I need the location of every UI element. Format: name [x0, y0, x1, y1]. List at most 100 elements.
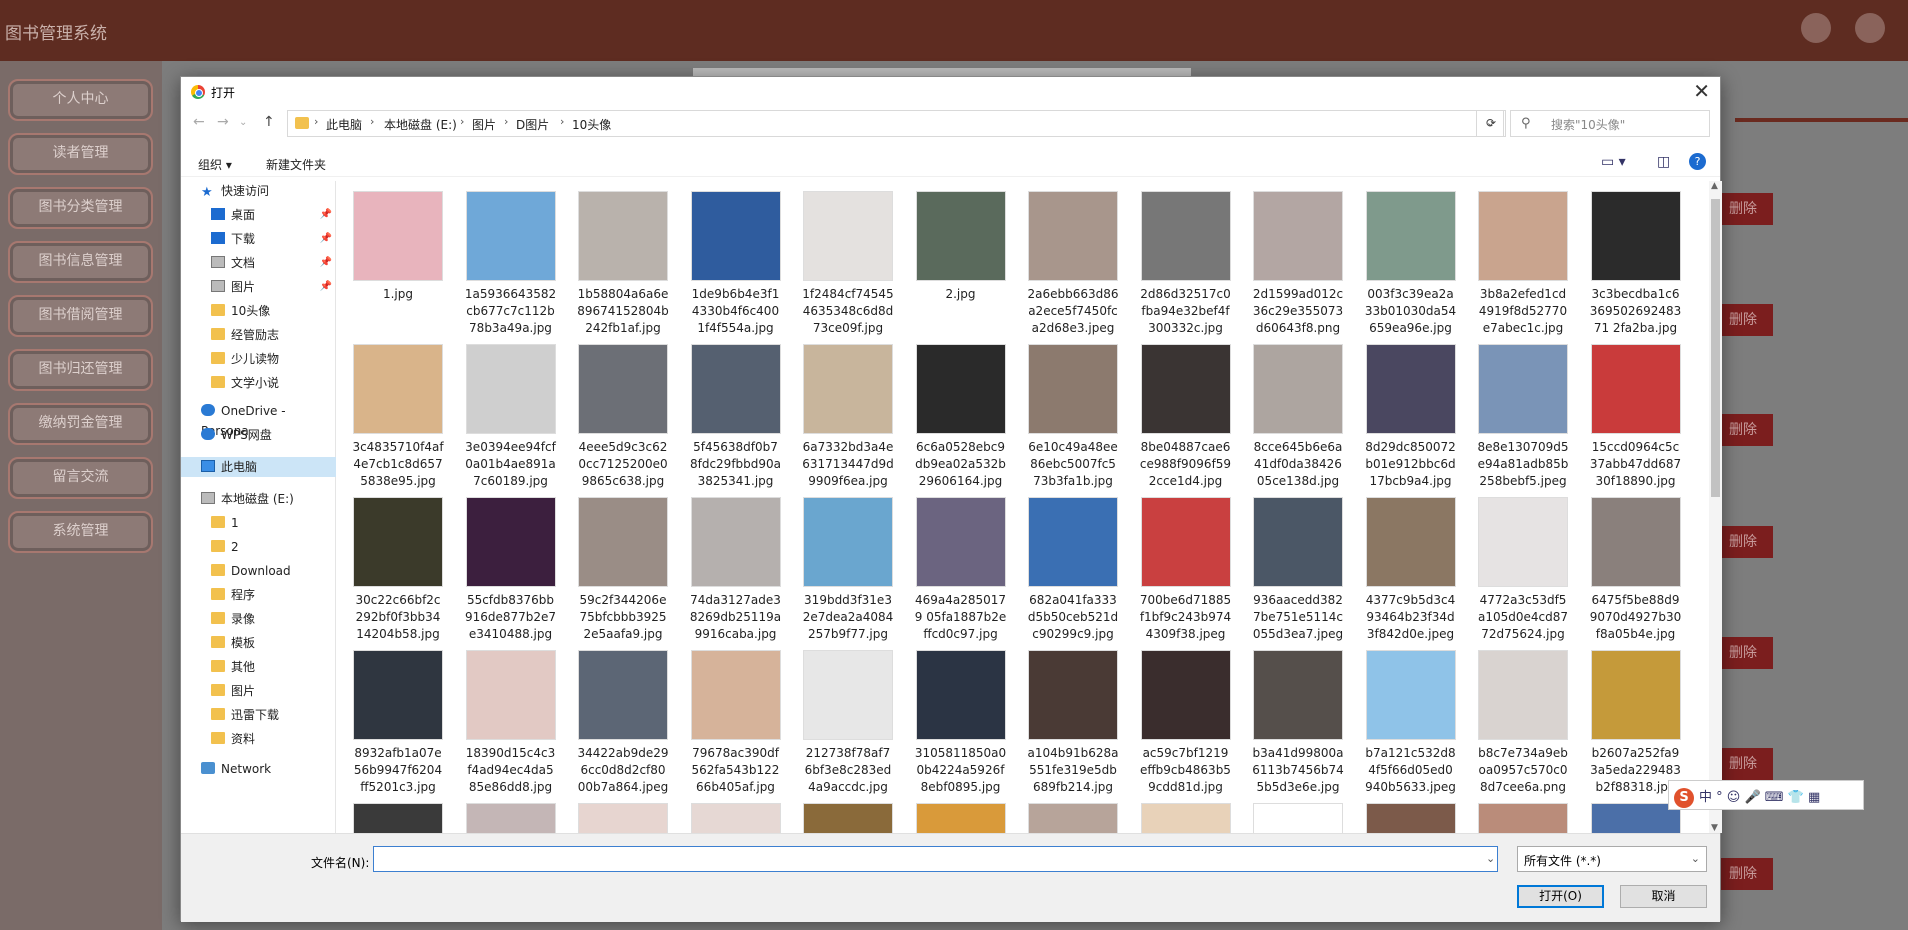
sidebar-item[interactable]: 留言交流: [8, 457, 153, 499]
nav-item[interactable]: Download: [181, 561, 336, 581]
sidebar-item[interactable]: 图书信息管理: [8, 241, 153, 283]
back-icon[interactable]: ←: [193, 114, 205, 130]
nav-item[interactable]: 图片 📌: [181, 277, 336, 297]
file-item[interactable]: 700be6d71885f1bf9c243b9744309f38.jpeg: [1140, 497, 1232, 643]
view-options-icon[interactable]: ▭ ▾: [1601, 154, 1626, 170]
nav-item[interactable]: 本地磁盘 (E:): [181, 489, 336, 509]
file-item[interactable]: 74da3127ade38269db25119a9916caba.jpg: [690, 497, 782, 643]
nav-item[interactable]: ★ 快速访问: [181, 181, 336, 201]
scroll-down-icon[interactable]: ▼: [1711, 823, 1718, 833]
help-icon[interactable]: ?: [1689, 153, 1706, 170]
nav-item[interactable]: 少儿读物: [181, 349, 336, 369]
nav-item[interactable]: 此电脑: [181, 457, 336, 477]
file-item[interactable]: 319bdd3f31e32e7dea2a4084257b9f77.jpg: [802, 497, 894, 643]
file-item[interactable]: 1a5936643582cb677c7c112b78b3a49a.jpg: [465, 191, 557, 337]
forward-icon[interactable]: →: [217, 114, 229, 130]
file-item[interactable]: 6a7332bd3a4e631713447d9d9909f6ea.jpg: [802, 344, 894, 490]
sidebar-item[interactable]: 系统管理: [8, 511, 153, 553]
file-item[interactable]: [1140, 803, 1232, 833]
nav-item[interactable]: 2: [181, 537, 336, 557]
file-item[interactable]: 1f2484cf745454635348c6d8d73ce09f.jpg: [802, 191, 894, 337]
delete-button[interactable]: 删除: [1713, 304, 1773, 336]
file-item[interactable]: 4eee5d9c3c620cc7125200e09865c638.jpg: [577, 344, 669, 490]
file-item[interactable]: 59c2f344206e75bfcbbb39252e5aafa9.jpg: [577, 497, 669, 643]
file-item[interactable]: 34422ab9de296cc0d8d2cf8000b7a864.jpeg: [577, 650, 669, 796]
nav-item[interactable]: 迅雷下载: [181, 705, 336, 725]
new-folder-button[interactable]: 新建文件夹: [266, 156, 326, 173]
sogou-icon[interactable]: S: [1674, 788, 1694, 808]
chevron-down-icon[interactable]: ⌄: [1486, 852, 1495, 865]
nav-item[interactable]: 文学小说: [181, 373, 336, 393]
nav-item[interactable]: WPS网盘: [181, 425, 336, 445]
nav-item[interactable]: 文档 📌: [181, 253, 336, 273]
breadcrumb-item[interactable]: 此电脑: [326, 116, 362, 133]
file-item[interactable]: 15ccd0964c5c37abb47dd68730f18890.jpg: [1590, 344, 1682, 490]
file-item[interactable]: b8c7e734a9eboa0957c570c08d7cee6a.png: [1477, 650, 1569, 796]
file-item[interactable]: [1027, 803, 1119, 833]
file-item[interactable]: 30c22c66bf2c292bf0f3bb3414204b58.jpg: [352, 497, 444, 643]
file-item[interactable]: 1de9b6b4e3f14330b4f6c4001f4f554a.jpg: [690, 191, 782, 337]
nav-item[interactable]: 录像: [181, 609, 336, 629]
sidebar-item[interactable]: 图书归还管理: [8, 349, 153, 391]
fullscreen-icon[interactable]: [1801, 13, 1831, 43]
file-item[interactable]: 682a041fa333d5b50ceb521dc90299c9.jpg: [1027, 497, 1119, 643]
file-item[interactable]: [690, 803, 782, 833]
filetype-select[interactable]: 所有文件 (*.*) ⌄: [1517, 846, 1707, 872]
file-item[interactable]: a104b91b628a551fe319e5db689fb214.jpg: [1027, 650, 1119, 796]
delete-button[interactable]: 删除: [1713, 858, 1773, 890]
file-item[interactable]: 2a6ebb663d86a2ece5f7450fca2d68e3.jpeg: [1027, 191, 1119, 337]
close-button[interactable]: ✕: [1693, 79, 1710, 103]
sidebar-item[interactable]: 图书分类管理: [8, 187, 153, 229]
up-icon[interactable]: ↑: [263, 114, 275, 130]
nav-item[interactable]: OneDrive - Persona: [181, 401, 336, 438]
delete-button[interactable]: 删除: [1713, 748, 1773, 780]
breadcrumb-item[interactable]: 图片: [472, 116, 496, 133]
nav-item[interactable]: 桌面 📌: [181, 205, 336, 225]
file-item[interactable]: [802, 803, 894, 833]
file-item[interactable]: [465, 803, 557, 833]
file-item[interactable]: 2d86d32517c0fba94e32bef4f300332c.jpg: [1140, 191, 1232, 337]
file-item[interactable]: 469a4a2850179 05fa1887b2effcd0c97.jpg: [915, 497, 1007, 643]
file-item[interactable]: 1.jpg: [352, 191, 444, 303]
filename-input[interactable]: [373, 846, 1498, 872]
search-input[interactable]: ⚲ 搜索"10头像": [1510, 110, 1710, 137]
open-button[interactable]: 打开(O): [1517, 885, 1604, 908]
file-item[interactable]: b7a121c532d84f5f66d05ed0940b5633.jpeg: [1365, 650, 1457, 796]
nav-item[interactable]: 10头像: [181, 301, 336, 321]
nav-item[interactable]: Network: [181, 759, 336, 779]
file-item[interactable]: b3a41d99800a6113b7456b745b5d3e6e.jpg: [1252, 650, 1344, 796]
delete-button[interactable]: 删除: [1713, 193, 1773, 225]
file-item[interactable]: 8be04887cae6ce988f9096f592cce1d4.jpg: [1140, 344, 1232, 490]
nav-item[interactable]: 其他: [181, 657, 336, 677]
file-item[interactable]: b2607a252fa93a5eda229483b2f88318.jpg: [1590, 650, 1682, 796]
file-item[interactable]: 6c6a0528ebc9db9ea02a532b29606164.jpg: [915, 344, 1007, 490]
file-item[interactable]: 212738f78af76bf3e8c283ed4a9accdc.jpg: [802, 650, 894, 796]
file-item[interactable]: 3c4835710f4af4e7cb1c8d6575838e95.jpg: [352, 344, 444, 490]
file-item[interactable]: 8e8e130709d5e94a81adb85b258bebf5.jpeg: [1477, 344, 1569, 490]
refresh-icon[interactable]: ⟳: [1476, 110, 1506, 137]
nav-item[interactable]: 下载 📌: [181, 229, 336, 249]
file-item[interactable]: 5f45638df0b78fdc29fbbd90a3825341.jpg: [690, 344, 782, 490]
file-item[interactable]: 3b8a2efed1cd4919f8d52770e7abec1c.jpg: [1477, 191, 1569, 337]
delete-button[interactable]: 删除: [1713, 637, 1773, 669]
file-item[interactable]: [1365, 803, 1457, 833]
file-item[interactable]: 8d29dc850072b01e912bbc6d17bcb9a4.jpg: [1365, 344, 1457, 490]
file-item[interactable]: [352, 803, 444, 833]
nav-item[interactable]: 模板: [181, 633, 336, 653]
preview-pane-icon[interactable]: ◫: [1657, 154, 1670, 170]
sidebar-item[interactable]: 图书借阅管理: [8, 295, 153, 337]
file-item[interactable]: 003f3c39ea2a33b01030da54659ea96e.jpg: [1365, 191, 1457, 337]
nav-item[interactable]: 图片: [181, 681, 336, 701]
file-item[interactable]: 3e0394ee94fcf0a01b4ae891a7c60189.jpg: [465, 344, 557, 490]
file-item[interactable]: 2d1599ad012c36c29e355073d60643f8.png: [1252, 191, 1344, 337]
file-item[interactable]: 6e10c49a48ee86ebc5007fc573b3fa1b.jpg: [1027, 344, 1119, 490]
file-item[interactable]: 8cce645b6e6a41df0da3842605ce138d.jpg: [1252, 344, 1344, 490]
file-item[interactable]: 4377c9b5d3c493464b23f34d3f842d0e.jpeg: [1365, 497, 1457, 643]
breadcrumb-item[interactable]: 10头像: [572, 116, 611, 133]
file-item[interactable]: 18390d15c4c3f4ad94ec4da585e86dd8.jpg: [465, 650, 557, 796]
address-bar[interactable]: › 此电脑 › 本地磁盘 (E:) › 图片 › D图片 › 10头像 ⌄: [287, 110, 1504, 137]
file-item[interactable]: [1252, 803, 1344, 833]
file-item[interactable]: [1477, 803, 1569, 833]
file-item[interactable]: [915, 803, 1007, 833]
ime-toolbar[interactable]: S 中 ° ☺ 🎤 ⌨ 👕 ▦: [1668, 780, 1864, 810]
